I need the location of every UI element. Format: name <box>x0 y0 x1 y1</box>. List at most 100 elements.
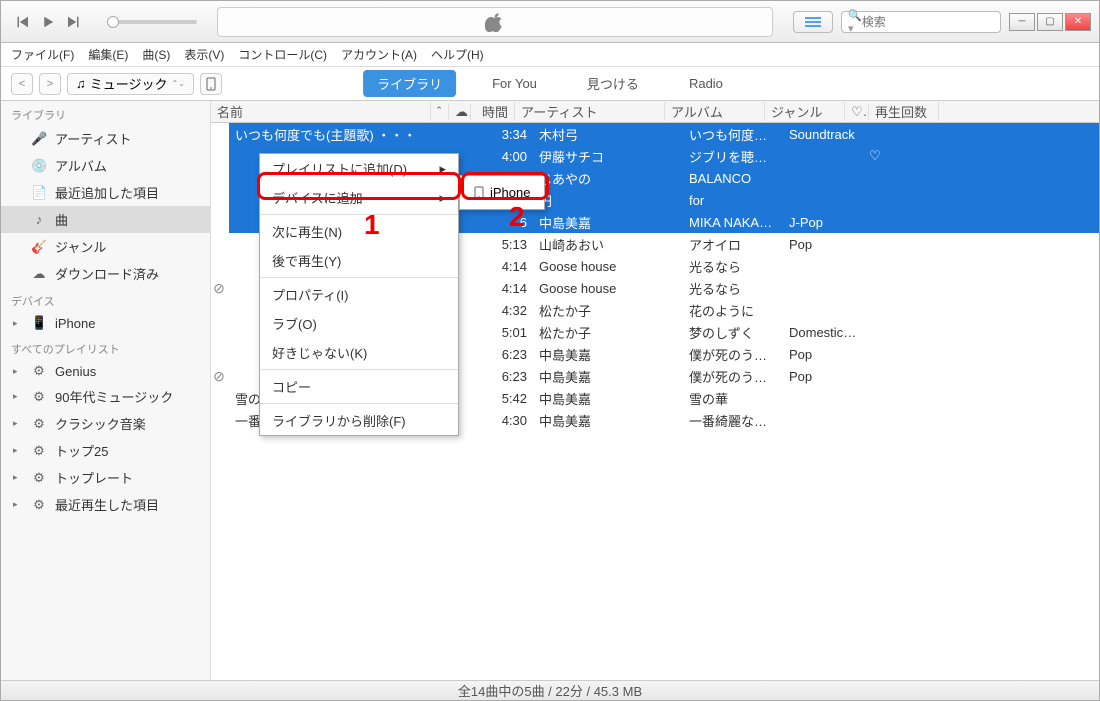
cell-artist: 中島美嘉 <box>533 367 683 386</box>
sidebar-item-label: 曲 <box>55 210 68 229</box>
menu-account[interactable]: アカウント(A) <box>341 46 417 63</box>
sidebar-item[interactable]: ▸⚙Genius <box>1 359 210 383</box>
sidebar-item[interactable]: ▸⚙トップレート <box>1 464 210 491</box>
context-menu-item[interactable]: デバイスに追加▸ <box>260 183 458 212</box>
sidebar-item-label: トップ25 <box>55 441 108 460</box>
sidebar-item[interactable]: ▸⚙最近再生した項目 <box>1 491 210 518</box>
col-genre[interactable]: ジャンル <box>765 102 845 121</box>
prev-button[interactable] <box>9 9 35 35</box>
cell-artist: じあやの <box>533 169 683 188</box>
sidebar-item-label: Genius <box>55 364 96 379</box>
context-menu-item[interactable]: コピー <box>260 372 458 401</box>
context-menu-item[interactable]: 次に再生(N) <box>260 217 458 246</box>
col-time[interactable]: 時間 <box>471 102 515 121</box>
menu-file[interactable]: ファイル(F) <box>11 46 74 63</box>
menu-view[interactable]: 表示(V) <box>184 46 224 63</box>
disclosure-icon: ▸ <box>13 472 23 483</box>
context-menu-item[interactable]: プロパティ(I) <box>260 280 458 309</box>
gear-icon: ⚙ <box>31 497 47 513</box>
sidebar-header-device: デバイス <box>1 287 210 311</box>
cell-artist: 中島美嘉 <box>533 411 683 430</box>
cell-album: BALANCO <box>683 171 783 186</box>
search-input[interactable] <box>862 15 1017 29</box>
cell-time: 4:30 <box>489 413 533 428</box>
context-menu-item[interactable]: プレイリストに追加(D)▸ <box>260 154 458 183</box>
status-bar: 全14曲中の5曲 / 22分 / 45.3 MB <box>1 680 1099 700</box>
col-plays[interactable]: 再生回数 <box>869 102 939 121</box>
close-button[interactable]: ✕ <box>1065 13 1091 31</box>
disc-icon: 💿 <box>31 158 47 174</box>
sidebar-item[interactable]: ▸⚙90年代ミュージック <box>1 383 210 410</box>
maximize-button[interactable]: ▢ <box>1037 13 1063 31</box>
view-toggle-button[interactable] <box>793 11 833 33</box>
menu-control[interactable]: コントロール(C) <box>238 46 327 63</box>
col-album[interactable]: アルバム <box>665 102 765 121</box>
minimize-button[interactable]: ─ <box>1009 13 1035 31</box>
next-button[interactable] <box>61 9 87 35</box>
sidebar-item[interactable]: 🎤アーティスト <box>1 125 210 152</box>
cell-genre: Pop <box>783 237 863 252</box>
col-cloud[interactable]: ☁ <box>449 104 471 120</box>
cell-artist: 木村弓 <box>533 125 683 144</box>
col-sort-indicator[interactable]: ˆ <box>431 104 449 119</box>
tab-radio[interactable]: Radio <box>675 72 737 95</box>
menu-item-label: コピー <box>272 377 311 396</box>
context-menu-item[interactable]: ライブラリから削除(F) <box>260 406 458 435</box>
submenu-item-iphone[interactable]: iPhone <box>460 180 544 205</box>
phone-icon <box>206 77 216 91</box>
sidebar-item-label: ダウンロード済み <box>55 264 159 283</box>
gear-icon: ⚙ <box>31 443 47 459</box>
list-view-icon <box>805 16 821 28</box>
phone-icon: 📱 <box>31 315 47 331</box>
menu-edit[interactable]: 編集(E) <box>88 46 128 63</box>
cell-album: アオイロ <box>683 235 783 254</box>
search-box[interactable]: 🔍▾ <box>841 11 1001 33</box>
cell-artist: 中島美嘉 <box>533 213 683 232</box>
sidebar-item[interactable]: ▸⚙トップ25 <box>1 437 210 464</box>
menu-help[interactable]: ヘルプ(H) <box>431 46 484 63</box>
lcd-display <box>217 7 773 37</box>
context-menu-item[interactable]: 後で再生(Y) <box>260 246 458 275</box>
volume-slider[interactable] <box>107 20 197 24</box>
col-heart[interactable]: ♡ <box>845 104 869 120</box>
play-button[interactable] <box>35 9 61 35</box>
col-name[interactable]: 名前 <box>211 102 431 121</box>
sidebar-item[interactable]: ▸📱iPhone <box>1 311 210 335</box>
sidebar-item-label: 最近追加した項目 <box>55 183 159 202</box>
sidebar-item[interactable]: 📄最近追加した項目 <box>1 179 210 206</box>
cell-artist: Goose house <box>533 281 683 296</box>
sidebar-item-label: iPhone <box>55 316 95 331</box>
context-menu-item[interactable]: 好きじゃない(K) <box>260 338 458 367</box>
context-menu-item[interactable]: ラブ(O) <box>260 309 458 338</box>
menu-song[interactable]: 曲(S) <box>142 46 170 63</box>
dropdown-chevron-icon: ⌃⌄ <box>172 79 185 88</box>
source-selector[interactable]: ♫ ミュージック ⌃⌄ <box>67 73 194 95</box>
menu-item-label: プレイリストに追加(D) <box>272 159 407 178</box>
sidebar-item[interactable]: ♪曲 <box>1 206 210 233</box>
sidebar-item[interactable]: 💿アルバム <box>1 152 210 179</box>
tab-discover[interactable]: 見つける <box>573 70 653 97</box>
forward-button[interactable]: > <box>39 73 61 95</box>
menu-item-label: プロパティ(I) <box>272 285 349 304</box>
sidebar-item[interactable]: ☁ダウンロード済み <box>1 260 210 287</box>
tab-library[interactable]: ライブラリ <box>363 70 456 97</box>
menu-bar: ファイル(F) 編集(E) 曲(S) 表示(V) コントロール(C) アカウント… <box>1 43 1099 67</box>
cell-artist: 中島美嘉 <box>533 345 683 364</box>
table-row[interactable]: いつも何度でも(主題歌) ・・・3:34木村弓いつも何度でもSoundtrack <box>229 123 1099 145</box>
sidebar-item[interactable]: 🎸ジャンル <box>1 233 210 260</box>
back-button[interactable]: < <box>11 73 33 95</box>
sidebar-item[interactable]: ▸⚙クラシック音楽 <box>1 410 210 437</box>
cell-time: 4:14 <box>489 281 533 296</box>
apple-logo-icon <box>485 12 505 32</box>
cell-time: 4:14 <box>489 259 533 274</box>
col-artist[interactable]: アーティスト <box>515 102 665 121</box>
sidebar-header-playlists: すべてのプレイリスト <box>1 335 210 359</box>
cell-album: 僕が死のうと思っ... <box>683 367 783 386</box>
device-button[interactable] <box>200 73 222 95</box>
cell-artist: 山崎あおい <box>533 235 683 254</box>
sidebar-item-label: 90年代ミュージック <box>55 387 173 406</box>
sidebar-header-library: ライブラリ <box>1 101 210 125</box>
cell-time: 6:23 <box>489 347 533 362</box>
menu-item-label: ライブラリから削除(F) <box>272 411 406 430</box>
tab-foryou[interactable]: For You <box>478 72 551 95</box>
